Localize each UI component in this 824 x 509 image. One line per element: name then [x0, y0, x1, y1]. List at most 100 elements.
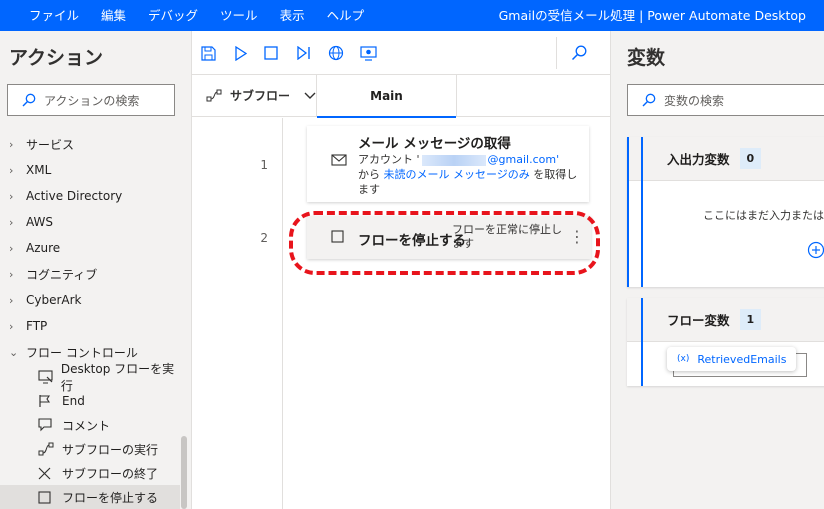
section-edge: [641, 298, 643, 386]
category-aws[interactable]: › AWS: [0, 209, 180, 235]
web-recorder-button[interactable]: [325, 42, 347, 64]
action-run-desktop-flow[interactable]: Desktop フローを実行: [0, 362, 180, 393]
actions-scrollbar[interactable]: [181, 436, 187, 509]
save-icon: [200, 45, 216, 61]
category-label: FTP: [26, 319, 48, 333]
stop-icon: [264, 46, 278, 60]
tab-main[interactable]: Main: [316, 75, 457, 118]
action-name: フローを停止する: [358, 233, 466, 249]
action-exit-subflow[interactable]: サブフローの終了: [0, 461, 180, 485]
category-label: Active Directory: [26, 189, 123, 203]
category-active-directory[interactable]: › Active Directory: [0, 183, 180, 209]
comment-icon: [38, 418, 62, 432]
add-variable-icon[interactable]: [807, 241, 824, 259]
category-services[interactable]: › サービス: [0, 131, 180, 157]
subflow-label: サブフロー: [230, 89, 291, 103]
io-variables-count: 0: [739, 148, 762, 169]
io-empty-message: ここにはまだ入力または出: [703, 209, 824, 222]
action-tail-line: ます: [358, 183, 380, 196]
flow-variables-section: フロー変数 1 (x) RetrievedEmails: [627, 298, 824, 386]
io-variables-section: 入出力変数 0 ここにはまだ入力または出: [627, 137, 824, 287]
more-options-icon[interactable]: ⋮: [569, 227, 585, 246]
category-label: コグニティブ: [26, 267, 98, 282]
action-label: コメント: [62, 418, 111, 433]
from-suffix: を取得し: [533, 168, 578, 181]
from-prefix: から: [358, 168, 380, 181]
subflow-dropdown[interactable]: サブフロー: [206, 75, 316, 116]
category-cognitive[interactable]: › コグニティブ: [0, 261, 180, 287]
flow-tabs: サブフロー Main: [192, 75, 610, 118]
chevron-right-icon: ›: [9, 267, 14, 281]
variables-pane: 変数 変数の検索 入出力変数 0 ここにはまだ入力または出 フロー変数 1 (x…: [610, 31, 824, 509]
section-edge: [641, 137, 643, 287]
line-number: 2: [260, 231, 268, 245]
flow-variables-header[interactable]: フロー変数 1: [627, 298, 824, 342]
desktop-recorder-button[interactable]: [357, 42, 379, 64]
category-label: サービス: [26, 137, 75, 152]
run-button[interactable]: [229, 42, 251, 64]
redacted-account: [421, 154, 486, 166]
variable-icon: (x): [677, 354, 690, 364]
menu-bar: ファイル 編集 デバッグ ツール 表示 ヘルプ: [18, 0, 375, 31]
globe-icon: [328, 45, 344, 61]
action-tree: › サービス › XML › Active Directory › AWS › Azure…: [0, 131, 180, 509]
search-icon: [571, 45, 587, 61]
io-variables-header[interactable]: 入出力変数 0: [627, 137, 824, 181]
category-label: AWS: [26, 215, 54, 229]
menu-help[interactable]: ヘルプ: [316, 0, 376, 31]
flow-variables-title: フロー変数: [667, 313, 730, 328]
category-xml[interactable]: › XML: [0, 157, 180, 183]
action-run-subflow[interactable]: サブフローの実行: [0, 437, 180, 461]
chevron-right-icon: ›: [9, 137, 14, 151]
chevron-right-icon: ›: [9, 293, 14, 307]
action-description: フローを正常に停止します: [452, 223, 562, 250]
action-label: サブフローの実行: [62, 442, 159, 457]
mail-icon: [331, 154, 347, 166]
action-search-input[interactable]: アクションの検索: [7, 84, 175, 116]
chevron-right-icon: ›: [9, 319, 14, 333]
variables-pane-title: 変数: [627, 47, 666, 69]
stop-square-icon: [38, 490, 62, 504]
step-icon: [296, 46, 310, 60]
toolbar-separator: [556, 37, 557, 69]
run-next-action-button[interactable]: [292, 42, 314, 64]
line-number: 1: [260, 158, 268, 172]
account-email-suffix: @gmail.com': [487, 153, 560, 166]
menu-file[interactable]: ファイル: [18, 0, 90, 31]
action-stop-flow[interactable]: フローを停止する: [0, 485, 180, 509]
actions-pane: アクション アクションの検索 › サービス › XML › Active Direct…: [0, 31, 192, 509]
close-icon: [38, 467, 62, 480]
action-label: Desktop フローを実行: [60, 362, 175, 393]
action-search-placeholder: アクションの検索: [44, 93, 140, 108]
section-edge: [627, 137, 629, 287]
menu-view[interactable]: 表示: [269, 0, 316, 31]
io-variables-title: 入出力変数: [667, 152, 730, 167]
chevron-down-icon: [304, 92, 316, 99]
category-label: XML: [26, 163, 52, 177]
variable-name: RetrievedEmails: [697, 352, 787, 366]
account-prefix: アカウント ': [358, 153, 420, 166]
action-card-stop-flow[interactable]: フローを停止する フローを正常に停止します ⋮: [307, 216, 591, 259]
variable-search-input[interactable]: 変数の検索: [627, 84, 824, 116]
variable-chip-retrieved-emails[interactable]: (x) RetrievedEmails: [667, 347, 797, 371]
action-card-get-email[interactable]: メール メッセージの取得 アカウント ' @gmail.com' から 未読のメー…: [307, 126, 589, 202]
action-label: サブフローの終了: [62, 466, 159, 481]
variable-search-placeholder: 変数の検索: [664, 93, 725, 108]
save-button[interactable]: [197, 42, 219, 64]
category-ftp[interactable]: › FTP: [0, 313, 180, 339]
search-flow-button[interactable]: [568, 42, 590, 64]
menu-edit[interactable]: 編集: [90, 0, 137, 31]
chevron-right-icon: ›: [9, 163, 14, 177]
category-cyberark[interactable]: › CyberArk: [0, 287, 180, 313]
category-azure[interactable]: › Azure: [0, 235, 180, 261]
flow-variables-count: 1: [739, 309, 762, 330]
stop-button[interactable]: [260, 42, 282, 64]
subflow-icon: [206, 89, 222, 102]
action-name: メール メッセージの取得: [358, 136, 511, 152]
action-comment[interactable]: コメント: [0, 413, 180, 437]
menu-debug[interactable]: デバッグ: [137, 0, 209, 31]
window-title: Gmailの受信メール処理 | Power Automate Desktop: [498, 8, 806, 23]
subflow-icon: [38, 442, 62, 456]
action-label: End: [62, 394, 85, 408]
menu-tools[interactable]: ツール: [209, 0, 269, 31]
